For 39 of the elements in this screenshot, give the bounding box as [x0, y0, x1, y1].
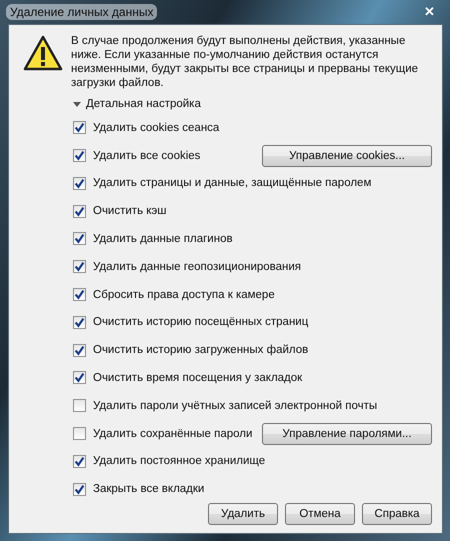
dialog-button[interactable]: Удалить [208, 503, 278, 525]
checkbox[interactable] [73, 454, 86, 468]
checkbox[interactable] [73, 149, 86, 162]
dialog-button[interactable]: Справка [362, 503, 432, 525]
checkbox-label[interactable]: Удалить все cookies [93, 150, 200, 162]
checkbox[interactable] [73, 176, 86, 190]
checkbox-label[interactable]: Удалить постоянное хранилище [93, 455, 266, 468]
checkbox[interactable] [73, 121, 86, 134]
checkbox[interactable] [73, 344, 86, 357]
checkbox-label[interactable]: Удалить страницы и данные, защищённые паролем [93, 177, 372, 190]
checkbox-label[interactable]: Очистить время посещения у закладок [93, 372, 302, 384]
checkbox-label[interactable]: Удалить пароли учётных записей электронной почты [93, 400, 378, 412]
checkbox[interactable] [73, 482, 86, 496]
checkbox[interactable] [73, 260, 86, 274]
checkbox-label[interactable]: Удалить сохранённые пароли [93, 428, 252, 440]
checkbox-label[interactable]: Очистить историю посещённых страниц [93, 316, 308, 328]
manage-button[interactable]: Управление cookies... [262, 144, 432, 167]
checkbox-label[interactable]: Очистить историю загруженных файлов [93, 344, 308, 356]
expand-arrow-icon [73, 100, 81, 108]
checkbox[interactable] [73, 288, 86, 302]
window-title: Удаление личных данных [6, 4, 158, 20]
checkbox-label[interactable]: Очистить кэш [93, 205, 167, 218]
checkbox[interactable] [73, 427, 86, 440]
close-button[interactable]: ✕ [416, 4, 443, 20]
checkbox[interactable] [73, 399, 86, 412]
checkbox-label[interactable]: Закрыть все вкладки [93, 483, 204, 496]
checkbox[interactable] [73, 204, 86, 218]
checkbox-label[interactable]: Удалить cookies сеанса [93, 122, 220, 134]
dialog-button[interactable]: Отмена [285, 503, 355, 525]
checkbox[interactable] [73, 316, 86, 329]
checkbox-label[interactable]: Удалить данные геопозиционирования [93, 260, 302, 273]
checkbox[interactable] [73, 232, 86, 246]
checkbox-label[interactable]: Сбросить права доступа к камере [93, 288, 275, 301]
checkbox[interactable] [73, 371, 86, 384]
checkbox-label[interactable]: Удалить данные плагинов [93, 232, 233, 245]
warning-message: В случае продолжения будут выполнены действия, указанные ниже. Если указанные по-умолчанию действия останутся неизменными, будут закрыты все страницы и прерваны текущие загрузки файлов. [71, 34, 420, 90]
manage-button[interactable]: Управление паролями... [262, 422, 432, 444]
details-toggle[interactable]: Детальная настройка [73, 98, 201, 110]
warning-icon [23, 34, 63, 71]
